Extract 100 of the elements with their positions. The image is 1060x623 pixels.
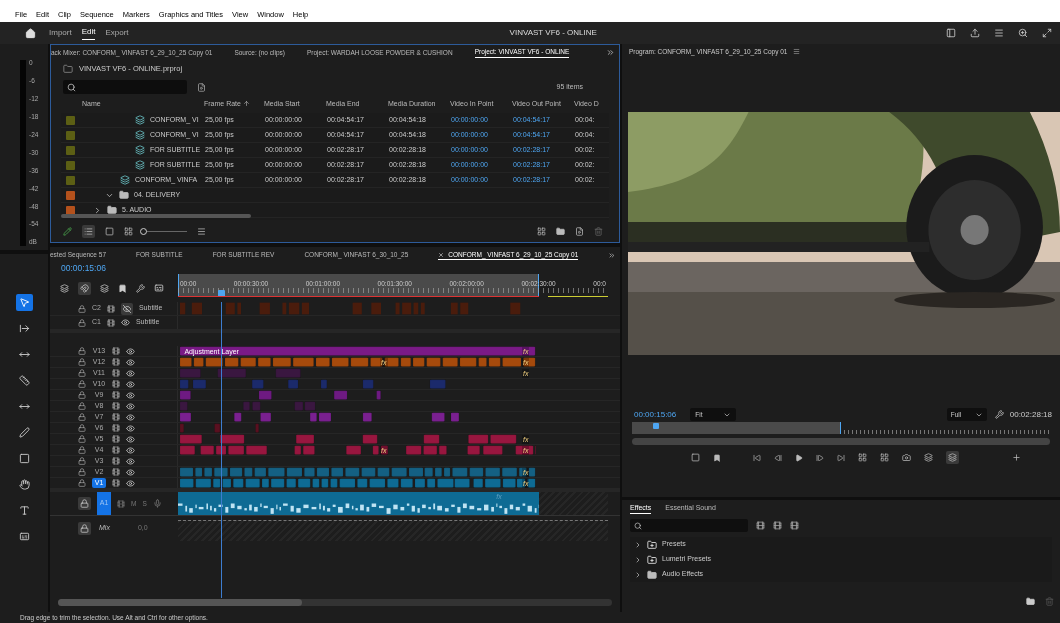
zoom-scroll-bar[interactable] bbox=[632, 438, 1050, 445]
eye-off-icon[interactable] bbox=[120, 302, 133, 315]
list-view-icon[interactable] bbox=[82, 224, 95, 238]
lock-icon[interactable] bbox=[78, 446, 86, 454]
sync-lock-icon[interactable] bbox=[112, 347, 120, 355]
eye-icon[interactable] bbox=[126, 401, 135, 411]
eye-icon[interactable] bbox=[126, 346, 135, 356]
sync-lock-icon[interactable] bbox=[112, 435, 120, 443]
label-color-swatch[interactable] bbox=[66, 130, 75, 140]
eye-icon[interactable] bbox=[126, 412, 135, 422]
lock-icon[interactable] bbox=[78, 402, 86, 410]
disclosure-icon[interactable] bbox=[93, 205, 102, 215]
eye-icon[interactable] bbox=[126, 445, 135, 455]
lock-icon[interactable] bbox=[78, 347, 86, 355]
eye-icon[interactable] bbox=[126, 423, 135, 433]
go-to-in-icon[interactable] bbox=[753, 453, 761, 462]
playhead[interactable] bbox=[652, 423, 659, 429]
lock-icon[interactable] bbox=[78, 457, 86, 465]
sync-lock-icon[interactable] bbox=[112, 402, 120, 410]
eye-icon[interactable] bbox=[120, 318, 130, 327]
sync-lock-icon[interactable] bbox=[112, 380, 120, 388]
play-icon[interactable] bbox=[795, 453, 803, 462]
lock-icon[interactable] bbox=[78, 468, 86, 476]
captions-icon[interactable] bbox=[154, 283, 164, 293]
workspace-tab[interactable]: Import bbox=[49, 26, 72, 40]
menu-icon[interactable] bbox=[994, 28, 1004, 38]
snap-icon[interactable] bbox=[78, 281, 91, 295]
lock-icon[interactable] bbox=[78, 522, 91, 535]
eye-icon[interactable] bbox=[126, 390, 135, 400]
panel-icon[interactable] bbox=[946, 28, 956, 38]
panel-menu-icon[interactable] bbox=[793, 48, 801, 55]
sync-lock-icon[interactable] bbox=[106, 304, 115, 313]
step-forward-icon[interactable] bbox=[816, 453, 824, 462]
fullscreen-icon[interactable] bbox=[1042, 28, 1052, 38]
new-item-icon[interactable] bbox=[575, 226, 584, 236]
lock-icon[interactable] bbox=[78, 435, 86, 443]
program-timecode[interactable]: 00:00:15:06 bbox=[634, 408, 677, 421]
sync-lock-icon[interactable] bbox=[106, 318, 115, 327]
pencil-icon[interactable] bbox=[63, 226, 72, 236]
search-icon[interactable] bbox=[1018, 28, 1028, 38]
label-color-swatch[interactable] bbox=[66, 205, 75, 215]
icon-view-icon[interactable] bbox=[105, 226, 114, 236]
lock-icon[interactable] bbox=[78, 497, 91, 510]
marker-icon[interactable] bbox=[118, 283, 127, 293]
workspace-tab[interactable]: Edit bbox=[81, 26, 96, 40]
lock-icon[interactable] bbox=[78, 391, 86, 399]
sync-lock-icon[interactable] bbox=[112, 446, 120, 454]
eye-icon[interactable] bbox=[126, 467, 135, 477]
sort-icon[interactable] bbox=[197, 226, 206, 236]
disclosure-icon[interactable] bbox=[634, 555, 642, 564]
sync-lock-icon[interactable] bbox=[112, 468, 120, 476]
lock-icon[interactable] bbox=[78, 358, 86, 366]
lock-icon[interactable] bbox=[78, 369, 86, 377]
eye-icon[interactable] bbox=[126, 379, 135, 389]
select-tool[interactable] bbox=[15, 294, 33, 311]
sort-icon[interactable] bbox=[242, 100, 250, 108]
search-field[interactable] bbox=[63, 80, 187, 94]
sync-lock-icon[interactable] bbox=[112, 391, 120, 399]
new-bin-icon[interactable] bbox=[556, 226, 565, 236]
close-icon[interactable] bbox=[438, 251, 445, 258]
sync-lock-icon[interactable] bbox=[112, 413, 120, 421]
lock-icon[interactable] bbox=[78, 380, 86, 388]
camera-icon[interactable] bbox=[902, 453, 911, 462]
disclosure-icon[interactable] bbox=[634, 570, 642, 579]
settings-icon[interactable] bbox=[136, 283, 145, 293]
sync-lock-icon[interactable] bbox=[112, 457, 120, 465]
monitor-time-ruler[interactable] bbox=[632, 422, 1050, 434]
search-field[interactable] bbox=[630, 519, 748, 532]
lock-icon[interactable] bbox=[78, 318, 86, 327]
microphone-icon[interactable] bbox=[152, 499, 162, 508]
label-color-swatch[interactable] bbox=[66, 145, 75, 155]
lock-icon[interactable] bbox=[78, 479, 86, 487]
sync-lock-icon[interactable] bbox=[112, 479, 120, 487]
settings-icon[interactable] bbox=[994, 410, 1004, 419]
freeform-view-icon[interactable] bbox=[124, 226, 133, 236]
lock-icon[interactable] bbox=[78, 413, 86, 421]
eye-icon[interactable] bbox=[126, 357, 135, 367]
label-color-swatch[interactable] bbox=[66, 115, 75, 125]
lock-icon[interactable] bbox=[78, 304, 86, 313]
workspace-tab[interactable]: Export bbox=[105, 26, 129, 40]
safe-margins-icon[interactable] bbox=[691, 453, 700, 462]
share-icon[interactable] bbox=[970, 28, 980, 38]
add-button-icon[interactable] bbox=[1012, 453, 1021, 462]
new-bin-icon[interactable] bbox=[1026, 597, 1035, 606]
more-tabs-icon[interactable] bbox=[606, 48, 615, 57]
eye-icon[interactable] bbox=[126, 434, 135, 444]
eye-icon[interactable] bbox=[126, 478, 135, 488]
go-to-out-icon[interactable] bbox=[837, 453, 845, 462]
more-tabs-icon[interactable] bbox=[608, 250, 616, 260]
disclosure-icon[interactable] bbox=[634, 540, 642, 549]
step-back-icon[interactable] bbox=[774, 453, 782, 462]
eye-icon[interactable] bbox=[126, 456, 135, 466]
scroll-bar[interactable] bbox=[61, 214, 251, 218]
timeline-timecode[interactable]: 00:00:15:06 bbox=[61, 262, 106, 275]
label-color-swatch[interactable] bbox=[66, 175, 75, 185]
lock-icon[interactable] bbox=[78, 424, 86, 432]
sync-lock-icon[interactable] bbox=[112, 424, 120, 432]
sync-lock-icon[interactable] bbox=[112, 358, 120, 366]
slider-thumb[interactable] bbox=[140, 227, 147, 235]
sync-lock-icon[interactable] bbox=[112, 369, 120, 377]
